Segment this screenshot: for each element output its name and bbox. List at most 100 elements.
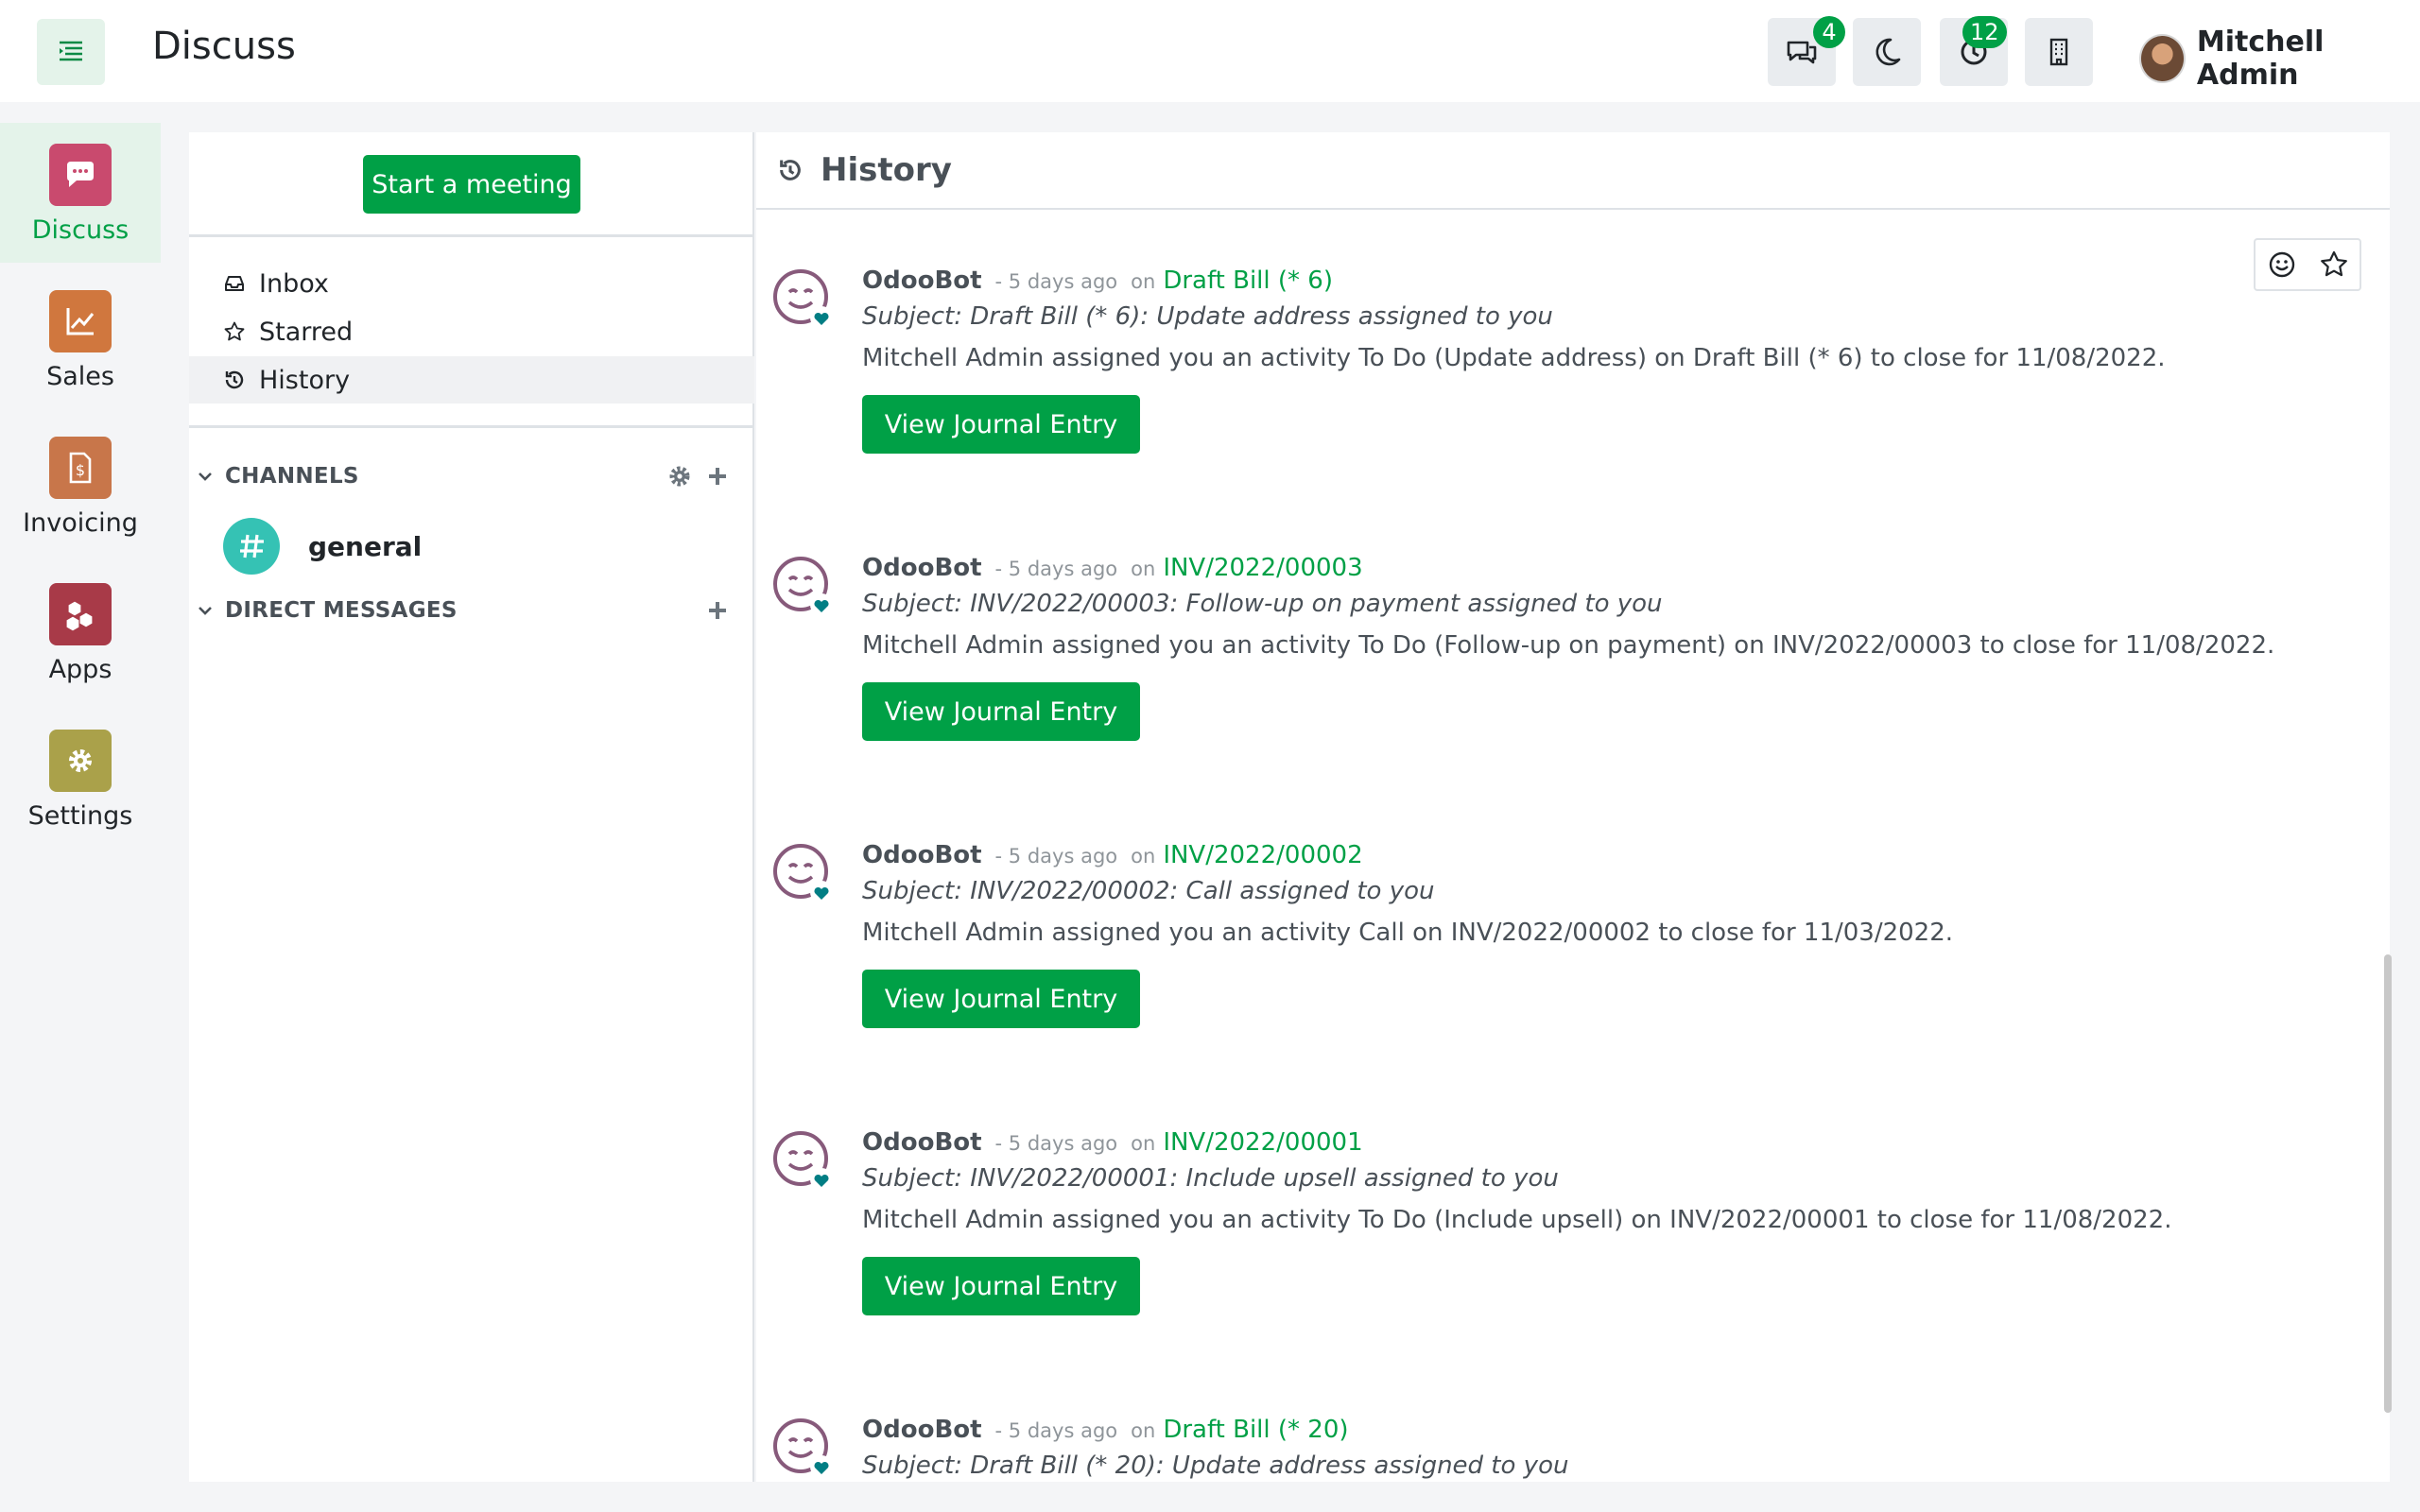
user-menu[interactable]: Mitchell Admin bbox=[2139, 26, 2420, 92]
view-journal-entry-button[interactable]: View Journal Entry bbox=[862, 970, 1140, 1028]
activity-menu-button[interactable]: 12 bbox=[1940, 16, 2008, 86]
messages-count-badge: 4 bbox=[1813, 16, 1845, 48]
user-avatar bbox=[2139, 34, 2186, 83]
app-label: Settings bbox=[27, 801, 133, 831]
building-icon bbox=[2049, 38, 2068, 66]
message-subject: Subject: Draft Bill (* 6): Update addres… bbox=[862, 302, 1553, 331]
record-link[interactable]: Draft Bill (* 6) bbox=[1163, 266, 1333, 295]
message-subject: Subject: INV/2022/00001: Include upsell … bbox=[862, 1164, 1559, 1193]
message-on-label: on bbox=[1131, 558, 1156, 580]
message-author[interactable]: OdooBot bbox=[862, 266, 982, 295]
app-discuss[interactable]: Discuss bbox=[0, 123, 161, 263]
thread-title: History bbox=[821, 151, 952, 189]
message-date: - 5 days ago bbox=[994, 845, 1118, 868]
add-chat-icon[interactable] bbox=[705, 598, 730, 623]
discuss-app-icon bbox=[49, 144, 112, 206]
channel-general[interactable]: general bbox=[223, 518, 422, 575]
view-journal-entry-button[interactable]: View Journal Entry bbox=[862, 1257, 1140, 1315]
odoobot-avatar bbox=[773, 269, 833, 329]
message-date: - 5 days ago bbox=[994, 1419, 1118, 1442]
app-label: Discuss bbox=[31, 215, 130, 245]
message-actions bbox=[2254, 238, 2361, 291]
record-link[interactable]: INV/2022/00003 bbox=[1163, 554, 1362, 582]
mailbox-inbox[interactable]: Inbox bbox=[189, 260, 754, 307]
thread-view: History OdooBot - 5 days ago on Draft Bi… bbox=[756, 132, 2390, 1482]
add-reaction-icon[interactable] bbox=[2266, 249, 2298, 281]
message-body: Mitchell Admin assigned you an activity … bbox=[862, 919, 1954, 947]
settings-app-icon bbox=[49, 730, 112, 792]
message-subject: Subject: INV/2022/00003: Follow-up on pa… bbox=[862, 590, 1663, 618]
message-date: - 5 days ago bbox=[994, 558, 1118, 580]
message-header: OdooBot - 5 days ago on INV/2022/00001 bbox=[862, 1128, 1363, 1157]
record-link[interactable]: INV/2022/00001 bbox=[1163, 1128, 1362, 1157]
channel-name: general bbox=[308, 530, 423, 562]
channels-category[interactable]: CHANNELS bbox=[189, 457, 754, 495]
inbox-icon bbox=[225, 276, 244, 291]
activities-count-badge: 12 bbox=[1962, 16, 2007, 48]
divider bbox=[189, 425, 754, 428]
odoobot-avatar bbox=[773, 1418, 833, 1478]
moon-icon bbox=[1876, 38, 1901, 66]
gear-icon[interactable] bbox=[667, 464, 692, 489]
message-author[interactable]: OdooBot bbox=[862, 1416, 982, 1444]
add-channel-icon[interactable] bbox=[705, 464, 730, 489]
messaging-menu-button[interactable]: 4 bbox=[1768, 16, 1845, 86]
message-subject: Subject: INV/2022/00002: Call assigned t… bbox=[862, 877, 1435, 905]
message-header: OdooBot - 5 days ago on Draft Bill (* 6) bbox=[862, 266, 1333, 295]
menu-icon bbox=[60, 41, 82, 61]
message-body: Mitchell Admin assigned you an activity … bbox=[862, 1206, 2172, 1234]
category-label: CHANNELS bbox=[225, 464, 359, 489]
odoobot-avatar bbox=[773, 844, 833, 903]
sales-app-icon bbox=[49, 290, 112, 352]
message-on-label: on bbox=[1131, 1419, 1156, 1442]
category-label: DIRECT MESSAGES bbox=[225, 598, 458, 623]
chat-bubbles-icon bbox=[1787, 41, 1817, 64]
message-header: OdooBot - 5 days ago on Draft Bill (* 20… bbox=[862, 1416, 1349, 1444]
app-settings[interactable]: Settings bbox=[0, 709, 161, 849]
mailbox-history[interactable]: History bbox=[189, 356, 754, 404]
history-icon bbox=[780, 160, 801, 180]
top-navbar: Discuss 4 12 Mitchell Admin bbox=[0, 0, 2420, 102]
app-menu-toggle-button[interactable] bbox=[37, 19, 105, 85]
discuss-sidebar: Start a meeting Inbox Starred History CH… bbox=[189, 132, 754, 1482]
odoobot-avatar bbox=[773, 1131, 833, 1191]
record-link[interactable]: Draft Bill (* 20) bbox=[1163, 1416, 1348, 1444]
dark-mode-toggle[interactable] bbox=[1853, 18, 1921, 86]
thread-scrollbar[interactable] bbox=[2384, 954, 2392, 1413]
view-journal-entry-button[interactable]: View Journal Entry bbox=[862, 395, 1140, 454]
message-author[interactable]: OdooBot bbox=[862, 554, 982, 582]
message-date: - 5 days ago bbox=[994, 1132, 1118, 1155]
app-sales[interactable]: Sales bbox=[0, 269, 161, 409]
chevron-down-icon bbox=[199, 607, 212, 615]
app-label: Apps bbox=[48, 655, 112, 684]
message-body: Mitchell Admin assigned you an activity … bbox=[862, 344, 2166, 372]
app-label: Sales bbox=[46, 362, 114, 391]
app-label: Invoicing bbox=[23, 508, 138, 538]
mailbox-starred[interactable]: Starred bbox=[189, 308, 754, 355]
apps-sidebar: Discuss Sales $ Invoicing Apps Settings bbox=[0, 102, 161, 1512]
mailbox-label: History bbox=[259, 365, 351, 395]
message-author[interactable]: OdooBot bbox=[862, 841, 982, 869]
star-icon[interactable] bbox=[2318, 249, 2350, 281]
app-apps[interactable]: Apps bbox=[0, 562, 161, 702]
app-title: Discuss bbox=[152, 25, 296, 68]
start-meeting-button[interactable]: Start a meeting bbox=[363, 155, 580, 214]
record-link[interactable]: INV/2022/00002 bbox=[1163, 841, 1362, 869]
thread-header: History bbox=[756, 132, 2390, 210]
star-icon bbox=[224, 321, 245, 341]
history-icon bbox=[225, 370, 244, 389]
company-switcher-button[interactable] bbox=[2025, 18, 2093, 86]
mailbox-label: Starred bbox=[259, 317, 354, 347]
message-date: - 5 days ago bbox=[994, 270, 1118, 293]
message-subject: Subject: Draft Bill (* 20): Update addre… bbox=[862, 1452, 1569, 1480]
apps-app-icon bbox=[49, 583, 112, 645]
app-invoicing[interactable]: $ Invoicing bbox=[0, 416, 161, 556]
message-on-label: on bbox=[1131, 1132, 1156, 1155]
view-journal-entry-button[interactable]: View Journal Entry bbox=[862, 682, 1140, 741]
invoicing-app-icon: $ bbox=[49, 437, 112, 499]
message-author[interactable]: OdooBot bbox=[862, 1128, 982, 1157]
message-header: OdooBot - 5 days ago on INV/2022/00002 bbox=[862, 841, 1363, 869]
direct-messages-category[interactable]: DIRECT MESSAGES bbox=[189, 592, 754, 629]
divider bbox=[189, 234, 754, 237]
message-header: OdooBot - 5 days ago on INV/2022/00003 bbox=[862, 554, 1363, 582]
